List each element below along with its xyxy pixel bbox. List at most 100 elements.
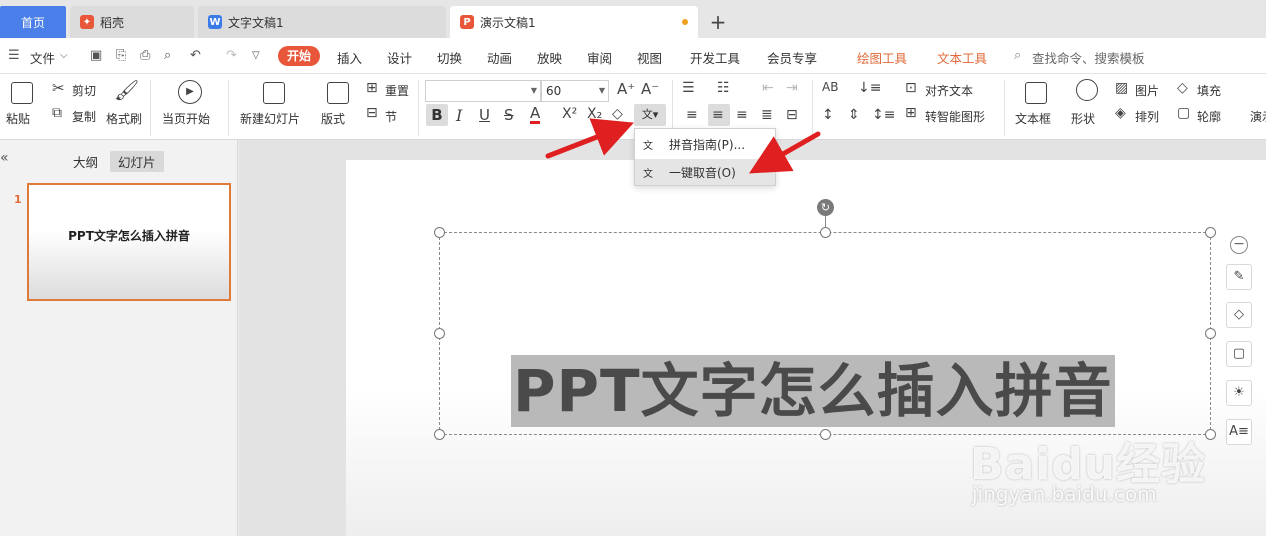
align-left-icon[interactable]: ≡ [686, 107, 698, 123]
copy-icon[interactable]: ⧉ [52, 105, 62, 121]
textbox-button[interactable]: 文本框 [1015, 110, 1051, 127]
redo-icon[interactable]: ↷ [226, 48, 242, 64]
font-size-select[interactable]: 60 ▼ [541, 80, 609, 102]
tab-outline[interactable]: 大纲 [65, 151, 106, 172]
resize-handle[interactable] [1205, 328, 1216, 339]
menu-review[interactable]: 审阅 [587, 48, 612, 67]
outline-button[interactable]: 轮廓 [1197, 108, 1221, 125]
outline-tool-icon[interactable]: ▢ [1226, 341, 1252, 367]
slide-thumbnail[interactable]: PPT文字怎么插入拼音 [27, 183, 231, 301]
section-button[interactable]: 节 [385, 108, 397, 125]
underline-icon[interactable]: U [479, 106, 490, 124]
collapse-panel-icon[interactable]: « [0, 150, 9, 166]
menu-developer[interactable]: 开发工具 [690, 48, 740, 67]
menu-animation[interactable]: 动画 [487, 48, 512, 67]
menu-view[interactable]: 视图 [637, 48, 662, 67]
tab-slides[interactable]: 幻灯片 [110, 151, 164, 172]
menu-insert[interactable]: 插入 [337, 48, 362, 67]
numbered-list-icon[interactable]: ☷ [717, 80, 730, 96]
menu-transition[interactable]: 切换 [437, 48, 462, 67]
preview-icon[interactable]: ⌕ [164, 48, 180, 64]
undo-icon[interactable]: ↶ [190, 48, 206, 64]
menu-slideshow[interactable]: 放映 [537, 48, 562, 67]
picture-button[interactable]: 图片 [1135, 82, 1159, 99]
menu-file[interactable]: 文件 [30, 48, 55, 67]
fill-icon[interactable]: ◇ [1177, 80, 1188, 96]
lightbulb-icon[interactable]: ☀ [1226, 380, 1252, 406]
more-button[interactable]: 演示 [1250, 108, 1266, 125]
menu-text-tools[interactable]: 文本工具 [937, 48, 987, 67]
bullet-list-icon[interactable]: ☰ [682, 80, 695, 96]
fill-button[interactable]: 填充 [1197, 82, 1221, 99]
textbox-icon[interactable] [1025, 82, 1047, 104]
picture-icon[interactable]: ▨ [1115, 80, 1128, 96]
tab-writer-doc[interactable]: W 文字文稿1 [198, 6, 446, 38]
print-icon[interactable]: ⎙ [140, 48, 156, 64]
arrange-icon[interactable]: ◈ [1115, 105, 1126, 121]
cut-button[interactable]: 剪切 [72, 82, 96, 99]
resize-handle[interactable] [820, 429, 831, 440]
reset-button[interactable]: 重置 [385, 82, 409, 99]
decrease-indent-icon[interactable]: ⇤ [762, 80, 774, 96]
resize-handle[interactable] [434, 227, 445, 238]
tab-daoke[interactable]: ✦ 稻壳 [70, 6, 194, 38]
menu-item-pinyin-guide[interactable]: 文 拼音指南(P)... [635, 131, 775, 157]
clear-format-icon[interactable]: ◇ [612, 106, 623, 122]
menu-design[interactable]: 设计 [387, 48, 412, 67]
reset-icon[interactable]: ⊞ [366, 80, 378, 96]
subscript-icon[interactable]: X₂ [587, 106, 602, 122]
copy-button[interactable]: 复制 [72, 108, 96, 125]
line-spacing-icon[interactable]: ↕ [822, 107, 834, 123]
outline-icon[interactable]: ▢ [1177, 105, 1190, 121]
shape-icon[interactable] [1076, 79, 1098, 101]
export-icon[interactable]: ⎘ [116, 48, 132, 64]
paste-button[interactable]: 粘贴 [6, 110, 30, 127]
align-text-button[interactable]: 对齐文本 [925, 82, 973, 99]
layout-button[interactable]: 版式 [321, 110, 345, 127]
play-from-current-button[interactable]: 当页开始 [162, 110, 210, 127]
text-effect-icon[interactable]: A≡ [1226, 419, 1252, 445]
save-icon[interactable]: ▣ [90, 48, 106, 64]
smart-graphic-icon[interactable]: ⊞ [905, 105, 917, 121]
new-slide-button[interactable]: 新建幻灯片 [240, 110, 300, 127]
more-quick-icon[interactable]: ▽ [252, 50, 268, 66]
paragraph-spacing-icon[interactable]: ⇕ [848, 107, 860, 123]
bold-button[interactable]: B [426, 104, 448, 126]
align-text-icon[interactable]: ⊡ [905, 80, 917, 96]
smart-graphic-button[interactable]: 转智能图形 [925, 108, 985, 125]
format-painter-button[interactable]: 格式刷 [106, 110, 142, 127]
menu-member[interactable]: 会员专享 [767, 48, 817, 67]
tab-home[interactable]: 首页 [0, 6, 66, 38]
strikethrough-icon[interactable]: S [504, 106, 514, 124]
spacing-icon[interactable]: ↕≡ [872, 107, 895, 123]
menu-drawing-tools[interactable]: 绘图工具 [857, 48, 907, 67]
chevron-down-icon[interactable]: ⌵ [60, 50, 76, 66]
tab-presentation[interactable]: P 演示文稿1 [450, 6, 698, 38]
distribute-icon[interactable]: ⊟ [786, 107, 798, 123]
slide-title-text[interactable]: PPT文字怎么插入拼音 [511, 355, 1115, 427]
text-direction-icon[interactable]: AB [822, 80, 838, 94]
brush-icon[interactable]: ✎ [1226, 264, 1252, 290]
italic-icon[interactable]: I [456, 106, 462, 125]
sort-icon[interactable]: ↓≡ [858, 80, 881, 96]
justify-icon[interactable]: ≣ [761, 107, 773, 123]
rotate-handle-icon[interactable]: ↻ [817, 199, 834, 216]
decrease-font-icon[interactable]: A⁻ [641, 80, 659, 98]
layout-icon[interactable] [327, 82, 349, 104]
collapse-tools-icon[interactable]: − [1230, 236, 1248, 254]
resize-handle[interactable] [820, 227, 831, 238]
add-tab-button[interactable]: + [708, 10, 728, 34]
menu-item-one-click-pinyin[interactable]: 文 一键取音(O) [635, 159, 775, 185]
hamburger-icon[interactable]: ☰ [8, 48, 24, 64]
increase-font-icon[interactable]: A⁺ [617, 80, 635, 98]
format-painter-icon[interactable]: 🖌 [114, 78, 139, 102]
paste-icon[interactable] [11, 82, 33, 104]
increase-indent-icon[interactable]: ⇥ [786, 80, 798, 96]
scissors-icon[interactable]: ✂ [52, 79, 65, 97]
resize-handle[interactable] [434, 429, 445, 440]
pinyin-dropdown-button[interactable]: 文▾ [634, 104, 666, 126]
new-slide-icon[interactable] [263, 82, 285, 104]
align-right-icon[interactable]: ≡ [736, 107, 748, 123]
resize-handle[interactable] [434, 328, 445, 339]
fill-tool-icon[interactable]: ◇ [1226, 302, 1252, 328]
